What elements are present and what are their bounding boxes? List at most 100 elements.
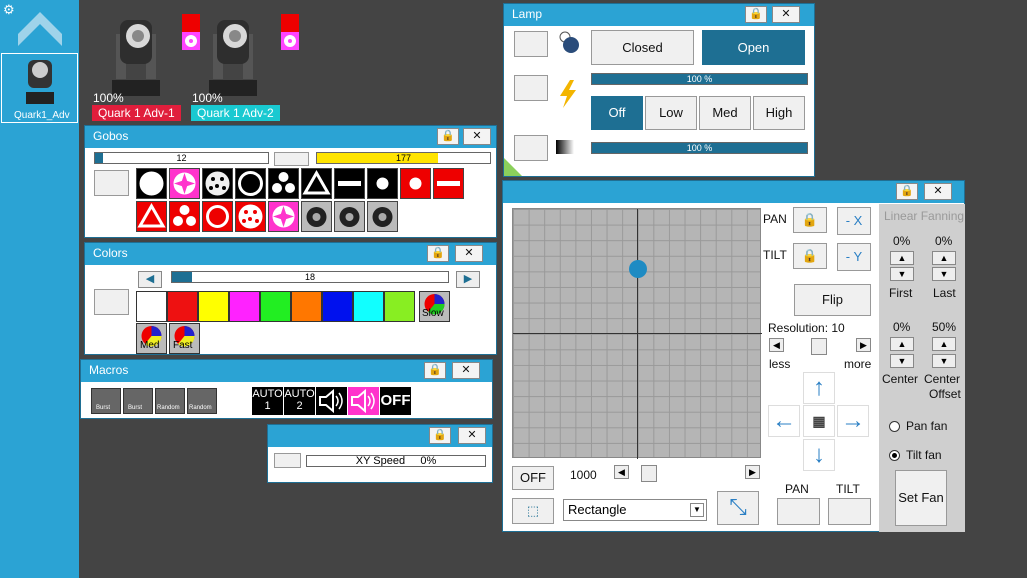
gobo-ring[interactable]: [235, 168, 266, 199]
gobos-titlebar[interactable]: Gobos: [85, 126, 496, 148]
arrow-left-icon[interactable]: ←: [768, 405, 800, 437]
dimmer-bar[interactable]: 100 %: [591, 73, 808, 85]
shutter-closed-button[interactable]: Closed: [591, 30, 694, 65]
arrow-down-icon[interactable]: ↓: [803, 439, 835, 471]
pan-bottom-button[interactable]: [777, 498, 820, 525]
fixture-2[interactable]: 100% Quark 1 Adv-2: [191, 10, 291, 121]
lock-icon[interactable]: 🔒: [427, 245, 449, 262]
first-down-icon[interactable]: ▼: [890, 267, 914, 281]
close-icon[interactable]: ✕: [924, 183, 952, 200]
arrow-right-icon[interactable]: →: [837, 405, 869, 437]
gobo-bar-red[interactable]: [433, 168, 464, 199]
pan-fan-radio[interactable]: [889, 421, 900, 432]
color-swatch[interactable]: [384, 291, 415, 322]
macro-off-button[interactable]: OFF: [380, 387, 411, 415]
resolution-thumb[interactable]: [811, 338, 827, 355]
last-down-icon[interactable]: ▼: [932, 267, 956, 281]
lock-icon[interactable]: 🔒: [429, 427, 451, 444]
tilt-lock-button[interactable]: 🔒: [793, 243, 827, 269]
fixture-1[interactable]: 100% Quark 1 Adv-1: [92, 10, 200, 121]
offset-up-icon[interactable]: ▲: [932, 337, 956, 351]
close-icon[interactable]: ✕: [463, 128, 491, 145]
lamp-med-button[interactable]: Med: [699, 96, 751, 130]
pantilt-titlebar[interactable]: [503, 181, 964, 203]
speed-thumb[interactable]: [641, 465, 657, 482]
fixture-thumbnail[interactable]: Quark1_Adv: [1, 53, 78, 123]
gobo-dot-large[interactable]: [367, 168, 398, 199]
sound-button[interactable]: [316, 387, 347, 415]
gobo-bar[interactable]: [334, 168, 365, 199]
xy-speed-slider[interactable]: XY Speed 0%: [306, 455, 486, 467]
gobo-rotate-3[interactable]: [367, 201, 398, 232]
resolution-right-icon[interactable]: ▶: [856, 338, 871, 352]
gobo-level-bar[interactable]: 177: [316, 152, 491, 164]
macro-burst-2[interactable]: Burst: [123, 388, 153, 414]
gobo-select-button[interactable]: [94, 170, 129, 196]
xy-speed-button[interactable]: [274, 453, 301, 468]
shutter-select-button[interactable]: [514, 31, 548, 57]
gobo-swirl-pink-2[interactable]: [268, 201, 299, 232]
color-select-button[interactable]: [94, 289, 129, 315]
gobo-triangle[interactable]: [301, 168, 332, 199]
auto-1-button[interactable]: AUTO 1: [252, 387, 283, 415]
color-swatch[interactable]: [167, 291, 198, 322]
sound-active-button[interactable]: [348, 387, 379, 415]
resolution-left-icon[interactable]: ◀: [769, 338, 784, 352]
gobo-three-dots-red[interactable]: [169, 201, 200, 232]
gobo-open[interactable]: [136, 168, 167, 199]
color-wheel-med[interactable]: Med: [136, 323, 167, 354]
close-icon[interactable]: ✕: [452, 362, 480, 379]
color-swatch[interactable]: [353, 291, 384, 322]
gobo-small-button[interactable]: [274, 152, 309, 166]
lock-icon[interactable]: 🔒: [745, 6, 767, 23]
tilt-fan-radio[interactable]: [889, 450, 900, 461]
close-icon[interactable]: ✕: [772, 6, 800, 23]
lamp-low-button[interactable]: Low: [645, 96, 697, 130]
auto-2-button[interactable]: AUTO 2: [284, 387, 315, 415]
center-grid-icon[interactable]: ▦: [803, 405, 835, 437]
color-wheel-slow[interactable]: Slow: [419, 291, 450, 322]
shape-select[interactable]: Rectangle ▼: [563, 499, 707, 521]
settings-gear-icon[interactable]: ⚙: [3, 2, 15, 18]
arrow-up-icon[interactable]: ↑: [803, 372, 835, 404]
color-swatch[interactable]: [322, 291, 353, 322]
color-wheel-fast[interactable]: Fast: [169, 323, 200, 354]
gobo-rotate-2[interactable]: [334, 201, 365, 232]
xy-position-dot[interactable]: [628, 260, 647, 278]
gobo-triangle-red[interactable]: [136, 201, 167, 232]
collapse-up-icon[interactable]: [16, 10, 64, 48]
arrow-right-icon[interactable]: ▶: [456, 271, 480, 288]
lamp-titlebar[interactable]: Lamp: [504, 4, 814, 26]
lock-icon[interactable]: 🔒: [437, 128, 459, 145]
arrow-left-icon[interactable]: ◀: [138, 271, 162, 288]
slider-thumb[interactable]: [95, 153, 103, 163]
pan-lock-button[interactable]: 🔒: [793, 207, 827, 233]
gobo-swirl-pink[interactable]: [169, 168, 200, 199]
color-slider[interactable]: 18: [171, 271, 449, 283]
color-swatch[interactable]: [136, 291, 167, 322]
gobo-dots-cluster-red[interactable]: [235, 201, 266, 232]
center-down-icon[interactable]: ▼: [890, 354, 914, 368]
speed-left-icon[interactable]: ◀: [614, 465, 629, 479]
flip-button[interactable]: Flip: [794, 284, 871, 316]
macro-burst-1[interactable]: Burst: [91, 388, 121, 414]
offset-down-icon[interactable]: ▼: [932, 354, 956, 368]
center-up-icon[interactable]: ▲: [890, 337, 914, 351]
neg-y-button[interactable]: - Y: [837, 243, 871, 271]
close-icon[interactable]: ✕: [458, 427, 486, 444]
gobo-dots-cluster[interactable]: [202, 168, 233, 199]
dimmer-select-button[interactable]: [514, 75, 548, 101]
color-swatch[interactable]: [291, 291, 322, 322]
gobo-three-dots[interactable]: [268, 168, 299, 199]
last-up-icon[interactable]: ▲: [932, 251, 956, 265]
lamp-high-button[interactable]: High: [753, 96, 805, 130]
color-swatch[interactable]: [260, 291, 291, 322]
resize-corner-icon[interactable]: [504, 158, 522, 176]
close-icon[interactable]: ✕: [455, 245, 483, 262]
macro-random-1[interactable]: Random: [155, 388, 185, 414]
shutter-open-button[interactable]: Open: [702, 30, 805, 65]
pantilt-off-button[interactable]: OFF: [512, 466, 554, 490]
speed-right-icon[interactable]: ▶: [745, 465, 760, 479]
neg-x-button[interactable]: - X: [837, 207, 871, 235]
color-swatch[interactable]: [229, 291, 260, 322]
